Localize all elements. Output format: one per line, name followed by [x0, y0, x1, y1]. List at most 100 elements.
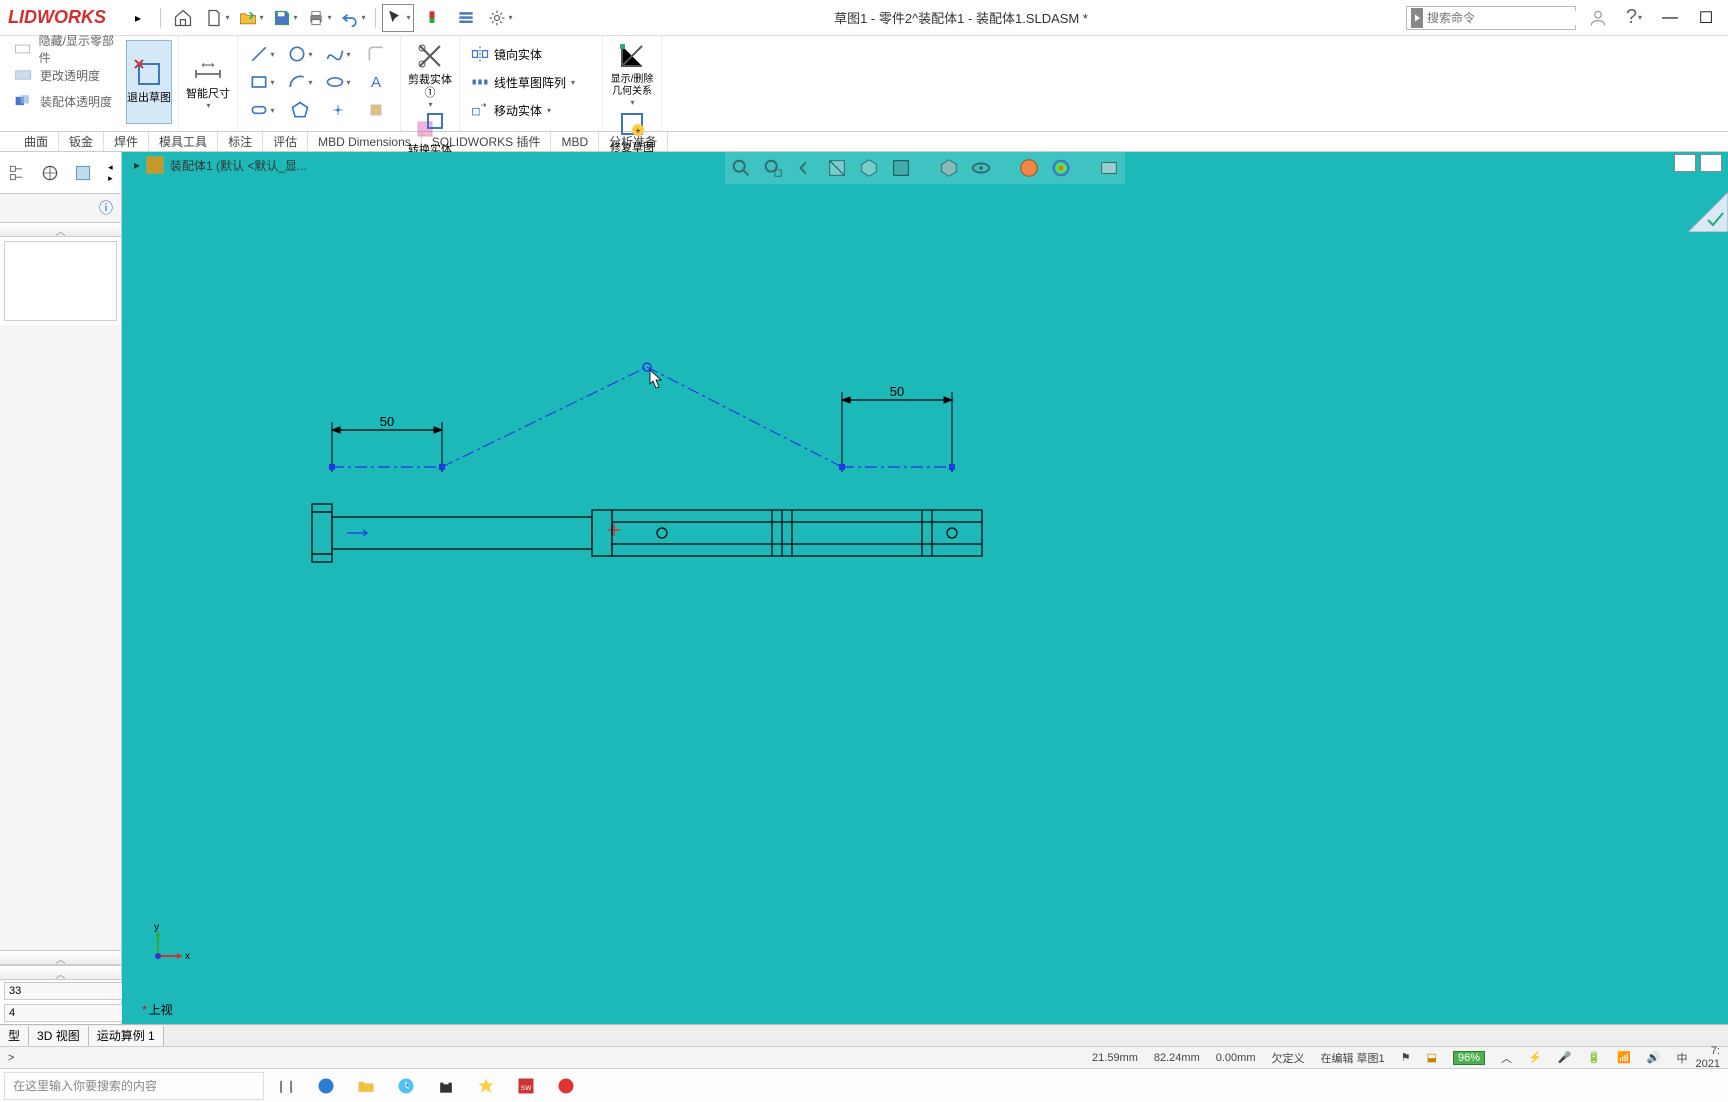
tray-ime[interactable]: 中: [1677, 1050, 1688, 1066]
search-prefix-icon: [1411, 8, 1423, 28]
mirror-entities-button[interactable]: 镜向实体: [466, 40, 596, 68]
panel-scroll-left[interactable]: ◂: [101, 162, 119, 173]
viewport-layout-1[interactable]: [1674, 154, 1696, 172]
command-search[interactable]: [1406, 6, 1576, 30]
taskbar-search[interactable]: 在这里输入你要搜索的内容: [4, 1072, 264, 1100]
status-underdefined: 欠定义: [1272, 1050, 1305, 1066]
tab-annotate[interactable]: 标注: [218, 132, 263, 151]
taskbar-clock-icon[interactable]: [388, 1071, 424, 1101]
sketch-fillet-tool[interactable]: [358, 40, 394, 68]
view-triad[interactable]: x y: [150, 924, 190, 964]
graphics-viewport[interactable]: ▸ 装配体1 (默认 <默认_显...: [122, 152, 1728, 1024]
dimension-right[interactable]: 50: [890, 384, 904, 399]
tab-weldments[interactable]: 焊件: [104, 132, 149, 151]
tray-clock[interactable]: 7:2021: [1696, 1045, 1720, 1069]
settings-icon[interactable]: ▾: [484, 4, 516, 32]
dimension-left[interactable]: 50: [380, 414, 394, 429]
quick-assembly-transparency[interactable]: 装配体透明度: [0, 88, 120, 114]
status-flag-icon[interactable]: ⚑: [1401, 1051, 1411, 1064]
slot-tool[interactable]: ▾: [244, 96, 280, 124]
maximize-button[interactable]: ☐: [1692, 4, 1720, 32]
trim-entities-button[interactable]: 剪裁实体① ▾: [407, 40, 453, 110]
rectangle-tool[interactable]: ▾: [244, 68, 280, 96]
taskbar-netease-icon[interactable]: [548, 1071, 584, 1101]
panel-help-icon[interactable]: ⓘ: [0, 194, 121, 222]
point-tool[interactable]: [320, 96, 356, 124]
mirror-label: 镜向实体: [494, 46, 542, 63]
tab-mbd-dimensions[interactable]: MBD Dimensions: [308, 132, 422, 151]
vtab-motion[interactable]: 运动算例 1: [89, 1026, 164, 1046]
feature-tree-tab[interactable]: [2, 158, 32, 188]
repair-sketch-button[interactable]: + 修复草图: [609, 108, 655, 155]
line-tool[interactable]: ▾: [244, 40, 280, 68]
mouse-cursor: [650, 370, 661, 388]
tray-power-icon[interactable]: ⚡: [1528, 1051, 1542, 1064]
taskbar-explorer-icon[interactable]: [348, 1071, 384, 1101]
spline-tool[interactable]: ▾: [320, 40, 356, 68]
config-manager-tab[interactable]: [68, 158, 98, 188]
command-search-input[interactable]: [1427, 11, 1582, 25]
arc-tool[interactable]: ▾: [282, 68, 318, 96]
motion-tabs: 型 3D 视图 运动算例 1: [0, 1024, 1728, 1046]
minimize-button[interactable]: —: [1656, 4, 1684, 32]
property-manager-tab[interactable]: [35, 158, 65, 188]
tab-evaluate[interactable]: 评估: [263, 132, 308, 151]
polygon-tool[interactable]: [282, 96, 318, 124]
save-icon[interactable]: ▾: [269, 4, 301, 32]
vtab-3dview[interactable]: 3D 视图: [29, 1026, 89, 1046]
tab-mbd[interactable]: MBD: [551, 132, 599, 151]
circle-tool[interactable]: ▾: [282, 40, 318, 68]
ellipse-tool[interactable]: ▾: [320, 68, 356, 96]
exit-sketch-button[interactable]: 退出草图: [126, 40, 172, 124]
plane-tool[interactable]: [358, 96, 394, 124]
help-icon[interactable]: ?▾: [1620, 4, 1648, 32]
tray-volume-icon[interactable]: 🔊: [1647, 1051, 1661, 1064]
view-orientation-label: 上视: [142, 1001, 173, 1018]
options-icon[interactable]: [450, 4, 482, 32]
prop-collapse-2[interactable]: ︿: [0, 951, 121, 965]
prop-input-1[interactable]: ▴▾: [0, 980, 121, 1002]
display-relations-button[interactable]: 显示/删除几何关系 ▾: [609, 40, 655, 108]
prop-input-2[interactable]: ▴▾: [0, 1002, 121, 1024]
quick-assembly-transparency-label: 装配体透明度: [40, 93, 112, 110]
select-icon[interactable]: ▾: [382, 4, 414, 32]
taskbar-star-icon[interactable]: [468, 1071, 504, 1101]
tray-chevron-icon[interactable]: ︿: [1501, 1050, 1512, 1066]
viewport-layout-2[interactable]: [1700, 154, 1722, 172]
user-icon[interactable]: [1584, 4, 1612, 32]
selection-box[interactable]: [4, 241, 117, 321]
smart-dimension-button[interactable]: ⟷ 智能尺寸 ▾: [185, 40, 231, 124]
rebuild-icon[interactable]: [416, 4, 448, 32]
status-zoom[interactable]: 96%: [1453, 1051, 1485, 1065]
vtab-model[interactable]: 型: [0, 1026, 29, 1046]
status-rebuild-icon[interactable]: ⬓: [1427, 1051, 1437, 1064]
tab-surface[interactable]: 曲面: [14, 132, 59, 151]
tab-moldtools[interactable]: 模具工具: [149, 132, 218, 151]
taskbar-edge-icon[interactable]: [308, 1071, 344, 1101]
tray-battery-icon[interactable]: 🔋: [1587, 1051, 1601, 1064]
expand-menu-icon[interactable]: ▸: [122, 4, 154, 32]
smart-dimension-label: 智能尺寸: [186, 88, 230, 101]
new-icon[interactable]: ▾: [201, 4, 233, 32]
taskbar-solidworks-icon[interactable]: SW: [508, 1071, 544, 1101]
sketch-content: 50 50: [122, 152, 1382, 852]
prop-collapse-3[interactable]: ︿: [0, 966, 121, 980]
linear-pattern-button[interactable]: 线性草图阵列▾: [466, 68, 596, 96]
status-bar: > 21.59mm 82.24mm 0.00mm 欠定义 在编辑 草图1 ⚑ ⬓…: [0, 1046, 1728, 1068]
home-icon[interactable]: [167, 4, 199, 32]
panel-scroll-right[interactable]: ▸: [101, 173, 119, 184]
text-tool[interactable]: A: [358, 68, 394, 96]
prop-collapse-1[interactable]: ︿: [0, 223, 121, 237]
move-entities-button[interactable]: 移动实体▾: [466, 96, 596, 124]
quick-hide-show[interactable]: 隐藏/显示零部件: [0, 36, 120, 62]
confirmation-corner[interactable]: [1688, 192, 1728, 232]
tab-sheetmetal[interactable]: 钣金: [59, 132, 104, 151]
open-icon[interactable]: ▾: [235, 4, 267, 32]
tray-mic-icon[interactable]: 🎤: [1558, 1051, 1572, 1064]
tray-wifi-icon[interactable]: 📶: [1617, 1051, 1631, 1064]
task-view-icon[interactable]: ❘❘: [268, 1071, 304, 1101]
taskbar-store-icon[interactable]: [428, 1071, 464, 1101]
titlebar-right: ?▾ — ☐: [1584, 4, 1720, 32]
print-icon[interactable]: ▾: [303, 4, 335, 32]
undo-icon[interactable]: ▾: [337, 4, 369, 32]
